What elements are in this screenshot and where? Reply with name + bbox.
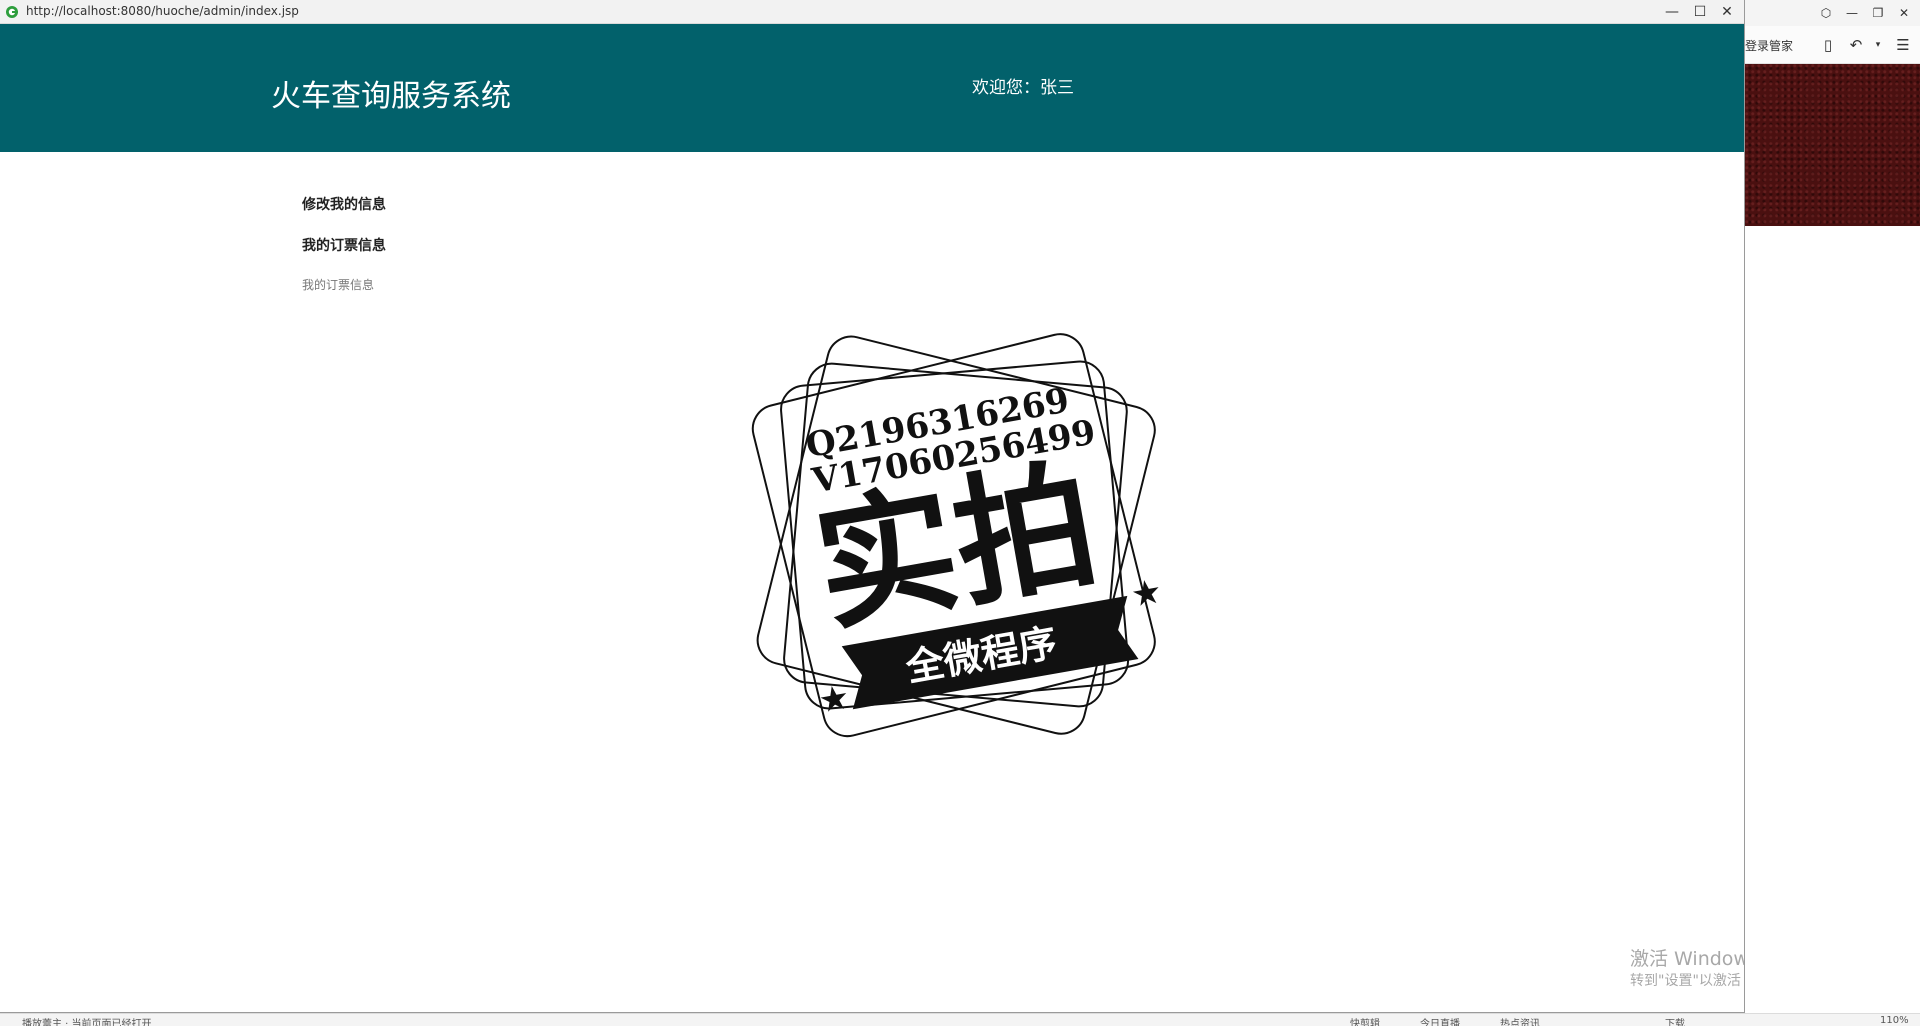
activation-title: 激活 Windows — [1630, 948, 1744, 970]
watermark-stamp: Q2196316269 V17060256499 实拍 全微程序 ★ ★ — [751, 333, 1165, 738]
menu-icon[interactable]: ☰ — [1892, 34, 1914, 56]
status-left-text: 播放蕾主 · 当前页面已经打开 — [22, 1019, 152, 1026]
undo-dropdown-icon[interactable]: ▾ — [1867, 34, 1889, 56]
status-item-clip[interactable]: 快剪辑 — [1350, 1015, 1380, 1026]
background-titlebar: ⬡ — ❐ ✕ — [1745, 0, 1920, 26]
browser-popup-window: http://localhost:8080/huoche/admin/index… — [0, 0, 1745, 1013]
bg-close-icon[interactable]: ✕ — [1893, 2, 1915, 24]
window-titlebar[interactable]: http://localhost:8080/huoche/admin/index… — [0, 0, 1744, 24]
menu-my-tickets[interactable]: 我的订票信息 — [302, 235, 386, 255]
skin-icon[interactable]: ⬡ — [1815, 2, 1837, 24]
menu-edit-my-info[interactable]: 修改我的信息 — [302, 194, 386, 214]
address-url: http://localhost:8080/huoche/admin/index… — [26, 4, 299, 18]
bg-minimize-icon[interactable]: — — [1841, 2, 1863, 24]
status-item-news[interactable]: 热点资讯 — [1500, 1015, 1540, 1026]
menu-my-tickets-sub[interactable]: 我的订票信息 — [302, 276, 374, 293]
background-browser: ⬡ — ❐ ✕ 登录管家 ▯ ↶ ▾ ☰ — [1745, 0, 1920, 1026]
background-toolbar: 登录管家 ▯ ↶ ▾ ☰ — [1745, 26, 1920, 64]
star-right-icon: ★ — [1128, 571, 1165, 616]
login-manager-link[interactable]: 登录管家 — [1745, 37, 1793, 54]
bottom-statusbar: 播放蕾主 · 当前页面已经打开 快剪辑 今日直播 热点资讯 下载 110% — [0, 1013, 1920, 1026]
status-item-live[interactable]: 今日直播 — [1420, 1015, 1460, 1026]
undo-icon[interactable]: ↶ — [1845, 34, 1867, 56]
welcome-label: 欢迎您： — [972, 78, 1040, 98]
status-item-download[interactable]: 下载 — [1665, 1015, 1685, 1026]
status-item-zoom[interactable]: 110% — [1880, 1015, 1909, 1026]
minimize-button[interactable]: — — [1659, 2, 1685, 22]
welcome-message: 欢迎您：张三 — [972, 73, 1074, 98]
bg-restore-icon[interactable]: ❐ — [1867, 2, 1889, 24]
activation-subtitle: 转到"设置"以激活 Windows。 — [1630, 973, 1744, 989]
username: 张三 — [1040, 78, 1074, 98]
star-left-icon: ★ — [816, 677, 853, 722]
bookmark-icon[interactable]: ▯ — [1817, 34, 1839, 56]
maximize-button[interactable]: ☐ — [1687, 2, 1713, 22]
page-header: 火车查询服务系统 欢迎您：张三 — [0, 24, 1744, 152]
close-button[interactable]: ✕ — [1714, 2, 1740, 22]
background-banner-image — [1745, 64, 1920, 226]
site-title: 火车查询服务系统 — [271, 79, 511, 114]
browser-logo-icon — [6, 6, 18, 18]
